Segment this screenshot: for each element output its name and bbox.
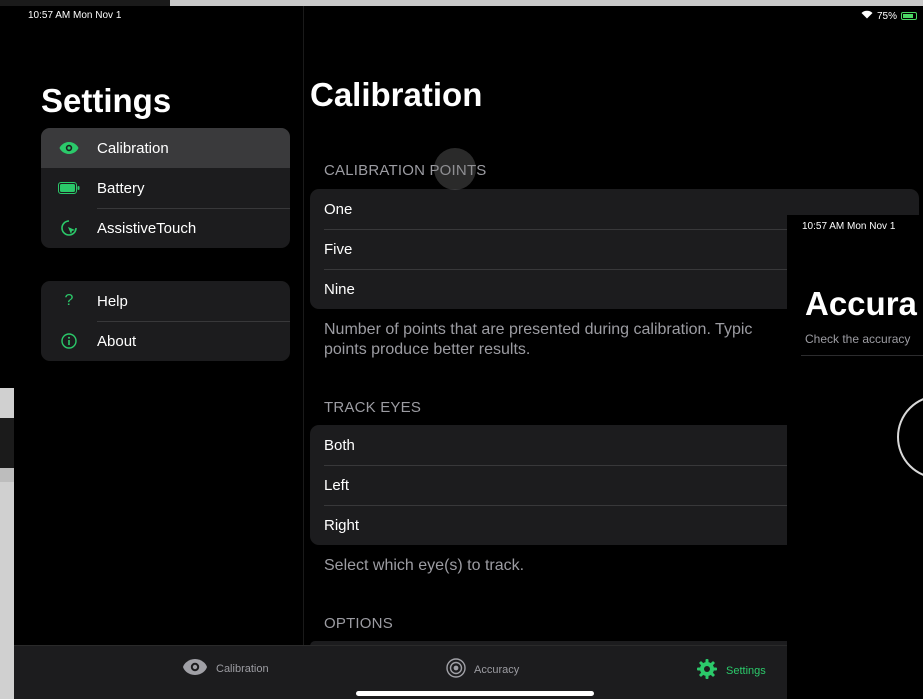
wifi-icon xyxy=(861,10,873,22)
slideover-window[interactable]: 10:57 AM Mon Nov 1 Accura Check the accu… xyxy=(787,215,923,699)
tab-calibration[interactable]: Calibration xyxy=(182,658,269,679)
sidebar-item-label: Help xyxy=(97,292,128,310)
sidebar-item-calibration[interactable]: Calibration xyxy=(41,128,290,168)
battery-status-icon xyxy=(901,12,917,20)
status-time: 10:57 AM Mon Nov 1 xyxy=(28,10,122,21)
sidebar: Settings Calibration Battery AssistiveTo… xyxy=(14,6,304,651)
slideover-divider xyxy=(801,355,923,356)
question-icon: ? xyxy=(64,292,74,309)
gear-icon xyxy=(696,658,718,683)
sidebar-item-assistivetouch[interactable]: AssistiveTouch xyxy=(41,208,290,248)
tab-label: Accuracy xyxy=(474,663,520,676)
target-icon xyxy=(446,658,466,681)
sidebar-group-info: ? Help About xyxy=(41,281,290,361)
battery-icon xyxy=(41,182,97,194)
background-app-left-light xyxy=(0,468,14,482)
tab-label: Calibration xyxy=(216,662,269,675)
slideover-subtitle: Check the accuracy xyxy=(805,332,911,346)
home-indicator[interactable] xyxy=(356,691,594,696)
sidebar-item-label: AssistiveTouch xyxy=(97,219,197,237)
info-icon xyxy=(41,333,97,349)
calibration-points-footer: Number of points that are presented duri… xyxy=(324,321,753,358)
tab-label: Settings xyxy=(726,664,766,677)
page-title: Calibration xyxy=(310,76,483,113)
battery-percent: 75% xyxy=(876,10,897,22)
eye-icon xyxy=(41,141,97,155)
sidebar-item-label: Battery xyxy=(97,179,145,197)
assistivetouch-icon xyxy=(41,219,97,237)
track-eyes-footer: Select which eye(s) to track. xyxy=(324,557,525,574)
tab-settings[interactable]: Settings xyxy=(696,658,766,683)
slideover-status-time: 10:57 AM Mon Nov 1 xyxy=(802,221,896,232)
touch-indicator xyxy=(434,148,476,190)
accuracy-target-circle xyxy=(897,395,923,479)
sidebar-item-battery[interactable]: Battery xyxy=(41,168,290,208)
status-indicators: 75% xyxy=(861,10,917,22)
sidebar-item-label: About xyxy=(97,332,137,350)
sidebar-item-about[interactable]: About xyxy=(41,321,290,361)
sidebar-item-label: Calibration xyxy=(97,139,169,157)
sidebar-title: Settings xyxy=(41,82,172,119)
sidebar-group-main: Calibration Battery AssistiveTouch xyxy=(41,128,290,248)
section-header-options: OPTIONS xyxy=(324,615,393,632)
slideover-title: Accura xyxy=(805,285,917,322)
background-app-left-dark xyxy=(0,418,14,468)
eye-icon xyxy=(182,658,208,679)
sidebar-item-help[interactable]: ? Help xyxy=(41,281,290,321)
section-header-track-eyes: TRACK EYES xyxy=(324,399,422,416)
tab-accuracy[interactable]: Accuracy xyxy=(446,658,519,681)
